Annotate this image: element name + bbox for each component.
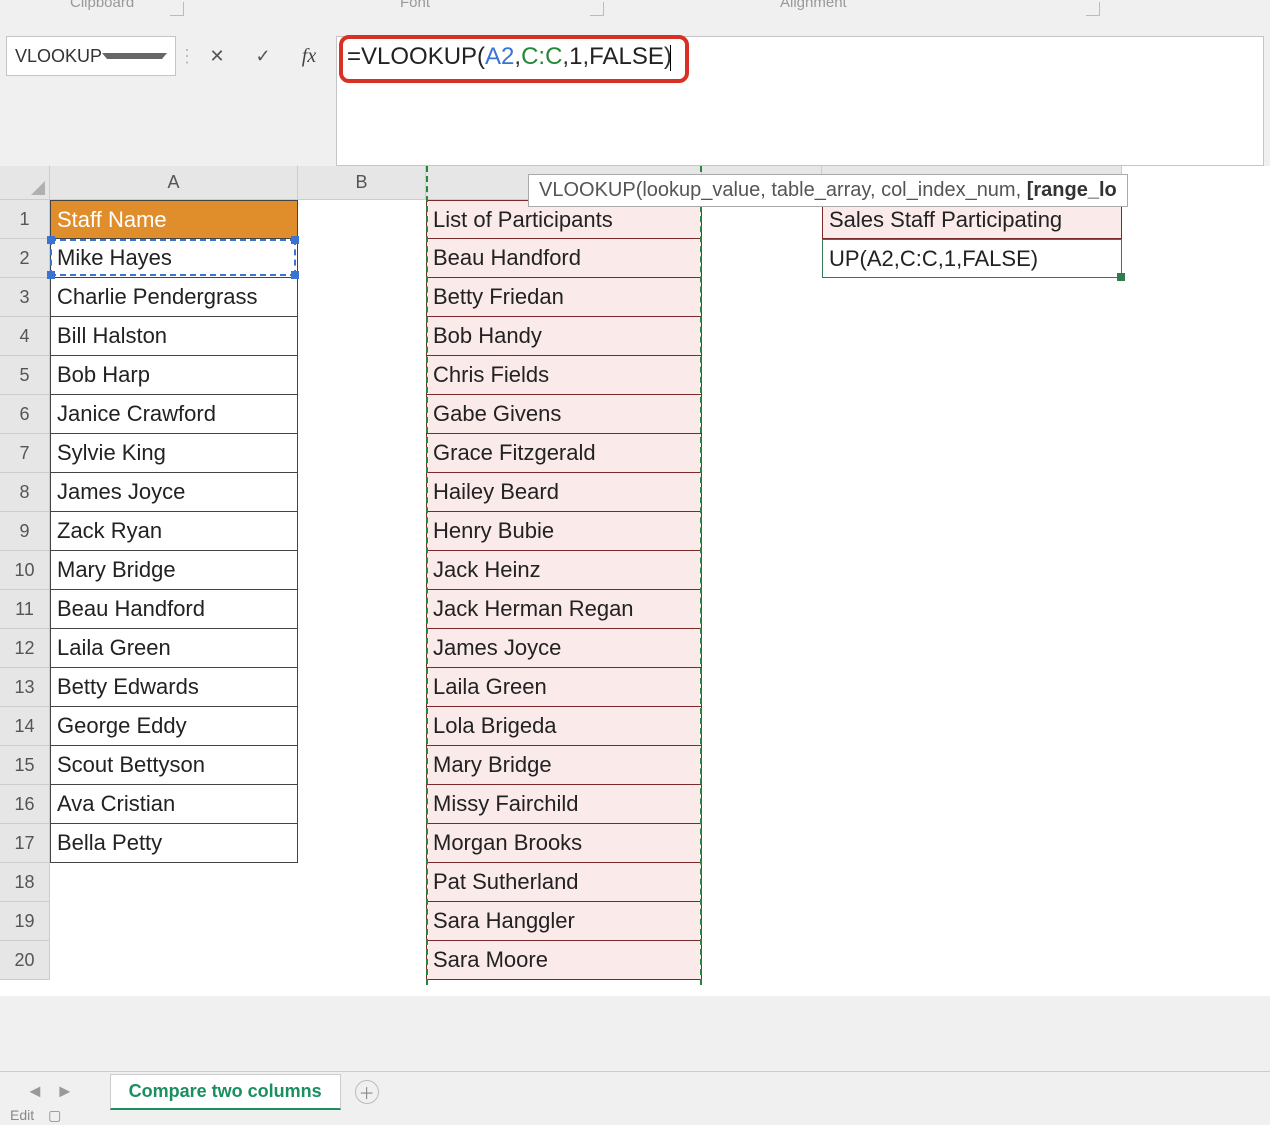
formula-input[interactable]: =VLOOKUP(A2,C:C,1,FALSE) <box>336 36 1264 166</box>
ribbon-group-clipboard: Clipboard <box>70 0 134 11</box>
row-header-1[interactable]: 1 <box>0 200 50 239</box>
add-sheet-button[interactable]: ＋ <box>355 1080 379 1104</box>
cell-A2[interactable]: Mike Hayes <box>50 239 298 278</box>
ribbon-groups: Clipboard Font Alignment <box>0 0 1270 30</box>
sheet-tabs-bar: ◄ ► Compare two columns ＋ <box>0 1071 1270 1111</box>
row-header-18[interactable]: 18 <box>0 863 50 902</box>
cancel-formula-button[interactable]: ✕ <box>198 36 236 76</box>
cell-A17[interactable]: Bella Petty <box>50 824 298 863</box>
sheet-tab-active[interactable]: Compare two columns <box>110 1074 341 1110</box>
cell-A12[interactable]: Laila Green <box>50 629 298 668</box>
fill-handle[interactable] <box>1117 273 1125 281</box>
name-box[interactable]: VLOOKUP <box>6 36 176 76</box>
cell-C6[interactable]: Gabe Givens <box>426 395 702 434</box>
cell-C5[interactable]: Chris Fields <box>426 356 702 395</box>
row-header-5[interactable]: 5 <box>0 356 50 395</box>
cell-C10[interactable]: Jack Heinz <box>426 551 702 590</box>
cell-A7[interactable]: Sylvie King <box>50 434 298 473</box>
row-header-3[interactable]: 3 <box>0 278 50 317</box>
cell-C16[interactable]: Missy Fairchild <box>426 785 702 824</box>
cell-C17[interactable]: Morgan Brooks <box>426 824 702 863</box>
cell-A1[interactable]: Staff Name <box>50 200 298 239</box>
cell-A16[interactable]: Ava Cristian <box>50 785 298 824</box>
row-header-9[interactable]: 9 <box>0 512 50 551</box>
cell-A15[interactable]: Scout Bettyson <box>50 746 298 785</box>
spreadsheet-grid[interactable]: VLOOKUP(lookup_value, table_array, col_i… <box>0 166 1270 996</box>
row-header-8[interactable]: 8 <box>0 473 50 512</box>
tab-next-icon[interactable]: ► <box>50 1081 80 1102</box>
row-header-4[interactable]: 4 <box>0 317 50 356</box>
row-header-10[interactable]: 10 <box>0 551 50 590</box>
row-header-13[interactable]: 13 <box>0 668 50 707</box>
row-header-19[interactable]: 19 <box>0 902 50 941</box>
row-header-12[interactable]: 12 <box>0 629 50 668</box>
status-mode: Edit <box>10 1107 34 1123</box>
cell-C20[interactable]: Sara Moore <box>426 941 702 980</box>
cell-C11[interactable]: Jack Herman Regan <box>426 590 702 629</box>
cell-C15[interactable]: Mary Bridge <box>426 746 702 785</box>
cell-A4[interactable]: Bill Halston <box>50 317 298 356</box>
ribbon-group-font: Font <box>400 0 430 11</box>
insert-function-button[interactable]: fx <box>290 36 328 76</box>
chevron-down-icon[interactable] <box>102 53 167 59</box>
cell-A5[interactable]: Bob Harp <box>50 356 298 395</box>
row-header-6[interactable]: 6 <box>0 395 50 434</box>
cell-C18[interactable]: Pat Sutherland <box>426 863 702 902</box>
confirm-formula-button[interactable]: ✓ <box>244 36 282 76</box>
macro-record-icon[interactable]: ▢ <box>48 1107 61 1124</box>
row-header-16[interactable]: 16 <box>0 785 50 824</box>
cell-A14[interactable]: George Eddy <box>50 707 298 746</box>
col-header-B[interactable]: B <box>298 166 426 200</box>
row-header-20[interactable]: 20 <box>0 941 50 980</box>
row-header-17[interactable]: 17 <box>0 824 50 863</box>
cell-C12[interactable]: James Joyce <box>426 629 702 668</box>
row-header-15[interactable]: 15 <box>0 746 50 785</box>
cell-C8[interactable]: Hailey Beard <box>426 473 702 512</box>
row-header-7[interactable]: 7 <box>0 434 50 473</box>
row-header-11[interactable]: 11 <box>0 590 50 629</box>
col-header-A[interactable]: A <box>50 166 298 200</box>
cell-A9[interactable]: Zack Ryan <box>50 512 298 551</box>
text-cursor <box>670 45 671 71</box>
tab-prev-icon[interactable]: ◄ <box>20 1081 50 1102</box>
cell-C4[interactable]: Bob Handy <box>426 317 702 356</box>
cell-A8[interactable]: James Joyce <box>50 473 298 512</box>
ribbon-launcher-icon[interactable] <box>1086 2 1100 16</box>
cell-C9[interactable]: Henry Bubie <box>426 512 702 551</box>
cell-C7[interactable]: Grace Fitzgerald <box>426 434 702 473</box>
name-box-value: VLOOKUP <box>15 46 102 67</box>
ribbon-group-alignment: Alignment <box>780 0 847 11</box>
row-header-2[interactable]: 2 <box>0 239 50 278</box>
formula-bar: VLOOKUP ⋮ ✕ ✓ fx =VLOOKUP(A2,C:C,1,FALSE… <box>0 30 1270 166</box>
select-all-cells[interactable] <box>0 166 50 200</box>
cell-A13[interactable]: Betty Edwards <box>50 668 298 707</box>
cell-A3[interactable]: Charlie Pendergrass <box>50 278 298 317</box>
cell-C19[interactable]: Sara Hanggler <box>426 902 702 941</box>
formula-tooltip: VLOOKUP(lookup_value, table_array, col_i… <box>528 174 1128 207</box>
row-header-14[interactable]: 14 <box>0 707 50 746</box>
cell-C13[interactable]: Laila Green <box>426 668 702 707</box>
cell-C2[interactable]: Beau Handford <box>426 239 702 278</box>
cell-A10[interactable]: Mary Bridge <box>50 551 298 590</box>
cell-C3[interactable]: Betty Friedan <box>426 278 702 317</box>
cell-A6[interactable]: Janice Crawford <box>50 395 298 434</box>
cell-C14[interactable]: Lola Brigeda <box>426 707 702 746</box>
status-bar: Edit ▢ <box>0 1105 61 1125</box>
formula-bar-separator: ⋮ <box>184 36 190 76</box>
ribbon-launcher-icon[interactable] <box>170 2 184 16</box>
row-headers: 1234567891011121314151617181920 <box>0 200 50 980</box>
ribbon-launcher-icon[interactable] <box>590 2 604 16</box>
cell-A11[interactable]: Beau Handford <box>50 590 298 629</box>
cell-E2[interactable]: UP(A2,C:C,1,FALSE) <box>822 239 1122 278</box>
